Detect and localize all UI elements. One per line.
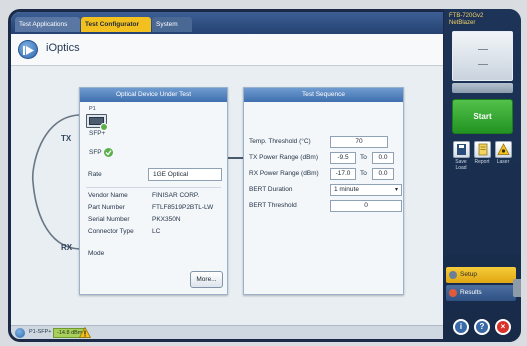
laser-icon xyxy=(497,143,510,155)
sfp-label: SFP xyxy=(89,149,102,156)
model-line-1: FTB-720Gv2 xyxy=(449,13,484,19)
title-bar: iOptics xyxy=(11,34,443,66)
nav-results[interactable]: Results xyxy=(446,285,516,301)
serial-number-value: PKX350N xyxy=(152,216,181,223)
temp-threshold-label: Temp. Threshold (°C) xyxy=(249,138,311,145)
info-button[interactable]: i xyxy=(453,319,469,335)
report-label: Report xyxy=(474,159,490,165)
connector-type-value: LC xyxy=(152,228,161,235)
laser-label: Laser xyxy=(496,159,510,165)
device-frame: Test Applications Test Configurator Syst… xyxy=(8,9,521,342)
tx-label: TX xyxy=(61,134,72,143)
status-app-icon xyxy=(15,328,25,338)
panel-collapse-handle[interactable] xyxy=(513,279,521,297)
status-port-label: P1-SFP+ xyxy=(29,329,52,335)
more-button[interactable]: More... xyxy=(190,271,223,288)
rx-power-range-label: RX Power Range (dBm) xyxy=(249,170,319,177)
temp-threshold-input[interactable]: 70 xyxy=(330,136,388,148)
results-icon xyxy=(449,289,457,297)
device-under-test-panel: Optical Device Under Test P1 SFP+ SFP Ra… xyxy=(79,87,228,295)
status-display xyxy=(452,31,513,81)
status-strip xyxy=(452,83,513,93)
sfp-plus-label: SFP+ xyxy=(89,130,106,137)
connector-type-label: Connector Type xyxy=(88,228,134,235)
sidebar-spacer xyxy=(444,179,521,255)
model-line-2: NetBlazer xyxy=(449,20,476,26)
dut-panel-header: Optical Device Under Test xyxy=(80,88,227,102)
rate-input[interactable]: 1GE Optical xyxy=(148,168,222,181)
tx-to-label: To xyxy=(360,154,367,161)
rx-label: RX xyxy=(61,243,73,252)
main-area: Test Applications Test Configurator Syst… xyxy=(11,12,443,339)
nav-setup[interactable]: Setup xyxy=(446,267,516,283)
close-icon: × xyxy=(500,322,506,331)
part-number-value: FTLF8519P2BTL-LW xyxy=(152,204,214,211)
report-button[interactable] xyxy=(474,141,491,158)
tab-test-configurator[interactable]: Test Configurator xyxy=(81,17,151,32)
help-icon: ? xyxy=(479,322,485,331)
setup-icon xyxy=(449,271,457,279)
nav-setup-label: Setup xyxy=(460,271,477,278)
arrow-right-icon xyxy=(23,46,34,55)
info-icon: i xyxy=(459,322,463,331)
vendor-name-value: FINISAR CORP. xyxy=(152,192,200,199)
divider xyxy=(86,187,221,188)
back-button[interactable] xyxy=(18,40,38,59)
bert-duration-label: BERT Duration xyxy=(249,186,293,193)
rx-to-label: To xyxy=(360,170,367,177)
bert-threshold-input[interactable]: 0 xyxy=(330,200,402,212)
right-sidebar: FTB-720Gv2 NetBlazer Start Save Load Rep… xyxy=(444,9,521,342)
tab-bar: Test Applications Test Configurator Syst… xyxy=(11,12,443,34)
tab-test-applications[interactable]: Test Applications xyxy=(15,17,80,32)
tx-power-max-input[interactable]: 0.0 xyxy=(372,152,394,164)
sfp-ok-icon xyxy=(104,148,113,157)
tx-power-range-label: TX Power Range (dBm) xyxy=(249,154,318,161)
help-button[interactable]: ? xyxy=(474,319,490,335)
report-icon xyxy=(478,143,488,156)
bert-threshold-label: BERT Threshold xyxy=(249,202,297,209)
panel-connector xyxy=(228,157,243,159)
bert-duration-select[interactable]: 1 minute ▾ xyxy=(330,184,402,196)
tab-system[interactable]: System xyxy=(152,17,192,32)
tx-power-min-input[interactable]: -9.5 xyxy=(330,152,356,164)
bert-duration-value: 1 minute xyxy=(334,186,359,193)
save-load-icon xyxy=(457,144,466,155)
status-bar: P1-SFP+ -14.8 dBm xyxy=(11,325,443,339)
serial-number-label: Serial Number xyxy=(88,216,130,223)
nav-results-label: Results xyxy=(460,289,482,296)
close-button[interactable]: × xyxy=(495,319,511,335)
laser-button[interactable] xyxy=(495,141,512,158)
save-load-button[interactable] xyxy=(453,141,470,158)
rx-power-max-input[interactable]: 0.0 xyxy=(372,168,394,180)
warning-icon[interactable] xyxy=(79,327,91,338)
test-sequence-panel: Test Sequence Temp. Threshold (°C) 70 TX… xyxy=(243,87,404,295)
model-name: FTB-720Gv2 NetBlazer xyxy=(449,13,483,27)
port-label: P1 xyxy=(89,106,96,112)
start-button[interactable]: Start xyxy=(452,99,513,134)
vendor-name-label: Vendor Name xyxy=(88,192,128,199)
part-number-label: Part Number xyxy=(88,204,125,211)
chevron-down-icon: ▾ xyxy=(394,187,398,193)
rx-power-min-input[interactable]: -17.0 xyxy=(330,168,356,180)
mode-label: Mode xyxy=(88,250,105,257)
save-load-label: Save Load xyxy=(455,159,467,171)
page-title: iOptics xyxy=(46,42,80,54)
test-sequence-header: Test Sequence xyxy=(244,88,403,102)
rate-label: Rate xyxy=(88,171,102,178)
